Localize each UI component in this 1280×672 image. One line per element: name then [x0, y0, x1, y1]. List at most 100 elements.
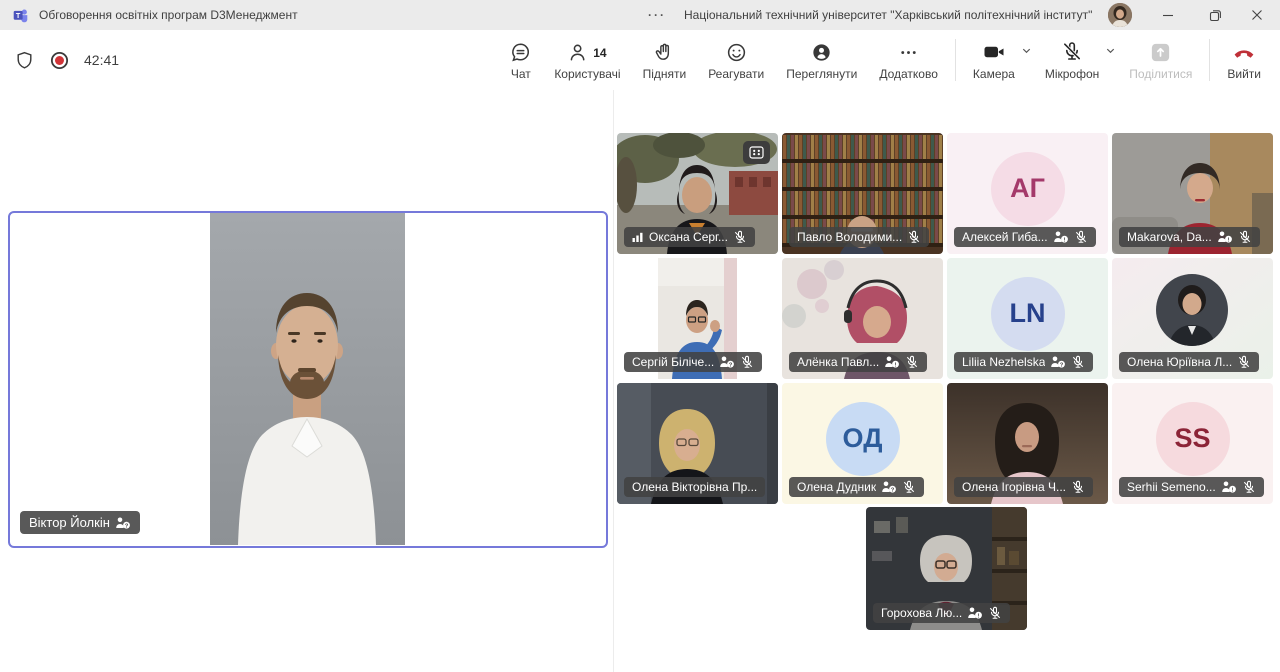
svg-text:!: ! — [895, 362, 897, 368]
participant-nameplate: Олена Дудник ? — [789, 477, 925, 497]
external-user-icon: ! — [884, 355, 900, 369]
view-button[interactable]: Переглянути — [775, 32, 868, 88]
mic-muted-icon — [1237, 355, 1251, 369]
close-icon — [1252, 10, 1262, 20]
svg-text:?: ? — [891, 487, 895, 493]
external-user-icon: ? — [1050, 355, 1066, 369]
toolbar-divider — [1209, 39, 1211, 81]
tile-olena-ihor[interactable]: Олена Ігорівна Ч... — [947, 383, 1108, 504]
raise-hand-button[interactable]: Підняти — [632, 32, 698, 88]
user-avatar[interactable] — [1108, 3, 1132, 27]
svg-text:!: ! — [1231, 487, 1233, 493]
initials-avatar: LN — [990, 276, 1065, 351]
participant-name: Serhii Semeno... — [1127, 480, 1216, 494]
poor-connection-icon — [632, 231, 644, 243]
external-user-icon: ? — [115, 516, 131, 530]
participant-name: Олена Вікторівна Пр... — [632, 480, 758, 494]
tile-pavlo[interactable]: Павло Володими... — [782, 133, 943, 254]
mic-muted-icon — [905, 355, 919, 369]
camera-dropdown-chevron[interactable] — [1021, 43, 1032, 61]
participant-nameplate: Сергій Біліче... ? — [624, 352, 763, 372]
more-label: Додатково — [879, 66, 938, 81]
camera-button[interactable]: Камера — [962, 32, 1017, 88]
participant-name: Олена Дудник — [797, 480, 877, 494]
org-name: Національний технічний університет "Харк… — [684, 8, 1093, 22]
participant-nameplate: Makarova, Da... ! — [1119, 227, 1260, 247]
main-speaker-tile[interactable]: Віктор Йолкін ? — [8, 211, 608, 548]
hangup-icon — [1231, 40, 1257, 64]
camera-icon — [982, 40, 1006, 64]
tile-oksana[interactable]: Оксана Серг... — [617, 133, 778, 254]
participants-count: 14 — [593, 45, 607, 60]
external-user-icon: ? — [719, 355, 735, 369]
participants-label: Користувачі — [554, 66, 621, 81]
raise-hand-icon — [653, 40, 676, 64]
tile-olena-yu[interactable]: Олена Юріївна Л... — [1112, 258, 1273, 379]
svg-text:!: ! — [1063, 237, 1065, 243]
main-speaker-video — [210, 213, 405, 545]
chat-label: Чат — [510, 66, 531, 81]
participant-name: Павло Володими... — [797, 230, 903, 244]
mic-button[interactable]: Мікрофон — [1034, 32, 1101, 88]
leave-button[interactable]: Вийти — [1216, 32, 1272, 88]
restore-button[interactable] — [1192, 0, 1238, 30]
svg-text:?: ? — [125, 523, 129, 529]
participant-nameplate: Олена Ігорівна Ч... — [954, 477, 1093, 497]
chat-button[interactable]: Чат — [498, 32, 543, 88]
mic-muted-icon — [988, 606, 1002, 620]
svg-text:?: ? — [729, 362, 733, 368]
stage-divider — [613, 90, 614, 672]
participants-button[interactable]: 14 Користувачі — [543, 32, 631, 88]
restore-icon — [1209, 9, 1221, 21]
mic-muted-icon — [1074, 230, 1088, 244]
participant-name: Олена Юріївна Л... — [1127, 355, 1233, 369]
minimize-button[interactable] — [1145, 0, 1191, 30]
close-button[interactable] — [1234, 0, 1280, 30]
participant-name: Горохова Лю... — [881, 606, 963, 620]
minimize-icon — [1163, 14, 1173, 17]
svg-text:!: ! — [1227, 237, 1229, 243]
security-shield-icon[interactable] — [14, 50, 35, 71]
initials-avatar: SS — [1155, 401, 1230, 476]
meeting-stage: Віктор Йолкін ? Оксана Серг... Павло Вол… — [0, 90, 1280, 672]
participant-name: Оксана Серг... — [649, 230, 728, 244]
participant-nameplate: Павло Володими... — [789, 227, 930, 247]
external-user-icon: ! — [967, 606, 983, 620]
tile-makarova[interactable]: Makarova, Da... ! — [1112, 133, 1273, 254]
tile-olena-vik[interactable]: Олена Вікторівна Пр... — [617, 383, 778, 504]
initials-avatar: АГ — [990, 151, 1065, 226]
participant-nameplate: Олена Вікторівна Пр... — [624, 477, 766, 497]
participant-nameplate: Віктор Йолкін ? — [20, 511, 140, 534]
mic-muted-icon — [1071, 480, 1085, 494]
titlebar-more-button[interactable]: ··· — [648, 0, 666, 30]
mic-muted-icon — [1238, 230, 1252, 244]
share-icon — [1149, 40, 1172, 64]
meeting-timer: 42:41 — [84, 52, 120, 68]
participant-nameplate: Алексей Гиба... ! — [954, 227, 1096, 247]
recording-indicator-icon — [50, 51, 69, 69]
svg-text:!: ! — [978, 613, 980, 619]
initials-avatar: ОД — [825, 401, 900, 476]
mic-muted-icon — [1060, 40, 1084, 64]
tile-liliia[interactable]: LN Liliia Nezhelska ? — [947, 258, 1108, 379]
svg-text:T: T — [16, 11, 21, 20]
participant-name: Олена Ігорівна Ч... — [962, 480, 1066, 494]
participant-name: Алексей Гиба... — [962, 230, 1048, 244]
tile-alenka[interactable]: Алёнка Павл... ! — [782, 258, 943, 379]
more-button[interactable]: Додатково — [868, 32, 949, 88]
mic-muted-icon — [1242, 480, 1256, 494]
leave-label: Вийти — [1227, 66, 1261, 81]
tile-horokhova[interactable]: Горохова Лю... ! — [866, 507, 1027, 630]
mic-dropdown-chevron[interactable] — [1105, 43, 1116, 61]
grid-badge-icon[interactable] — [743, 141, 770, 164]
share-label: Поділитися — [1129, 66, 1193, 81]
tile-serhii-s[interactable]: SS Serhii Semeno... ! — [1112, 383, 1273, 504]
participant-nameplate: Олена Юріївна Л... — [1119, 352, 1260, 372]
teams-logo-icon: T — [13, 9, 28, 22]
view-label: Переглянути — [786, 66, 858, 81]
react-button[interactable]: Реагувати — [697, 32, 775, 88]
meeting-toolbar: 42:41 Чат 14 Користувачі Підняти Реагува… — [0, 30, 1280, 91]
tile-olena-dudnyk[interactable]: ОД Олена Дудник ? — [782, 383, 943, 504]
tile-serhii-b[interactable]: Сергій Біліче... ? — [617, 258, 778, 379]
tile-aleksey[interactable]: АГ Алексей Гиба... ! — [947, 133, 1108, 254]
